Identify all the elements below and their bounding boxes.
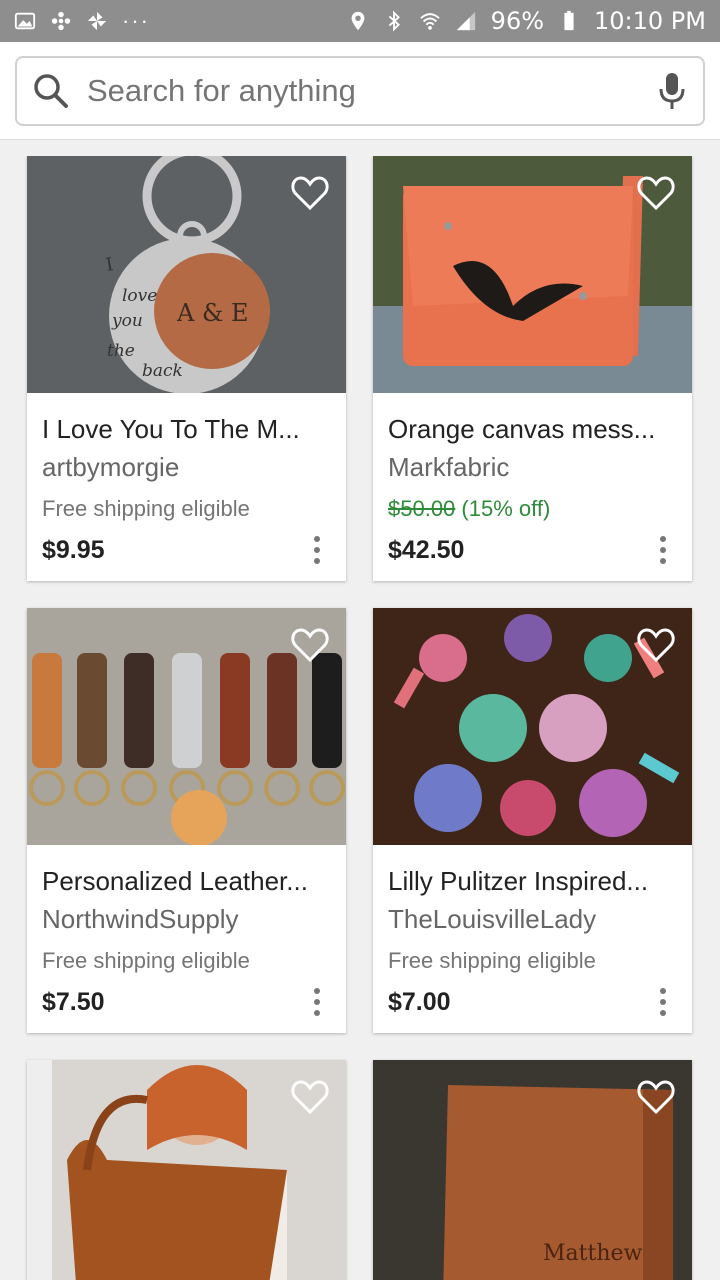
discount-percent: (15% off) — [461, 496, 551, 521]
battery-icon — [558, 10, 580, 32]
listing-card[interactable]: Matthew — [373, 1060, 692, 1280]
favorite-heart-icon[interactable] — [290, 626, 330, 664]
listing-image[interactable]: I love you the back A & E — [27, 156, 346, 393]
shop-name[interactable]: Markfabric — [388, 452, 683, 483]
shipping-info: Free shipping eligible — [42, 948, 250, 973]
search-input[interactable] — [87, 73, 655, 109]
battery-percent: 96% — [490, 7, 545, 35]
shop-name[interactable]: NorthwindSupply — [42, 904, 337, 935]
listing-card[interactable]: Personalized Leather... NorthwindSupply … — [27, 608, 346, 1033]
listing-title[interactable]: Lilly Pulitzer Inspired... — [388, 866, 683, 897]
signal-icon — [455, 10, 477, 32]
favorite-heart-icon[interactable] — [290, 174, 330, 212]
listing-title[interactable]: I Love You To The M... — [42, 414, 337, 445]
favorite-heart-icon[interactable] — [636, 174, 676, 212]
listing-image[interactable] — [373, 156, 692, 393]
listing-title[interactable]: Personalized Leather... — [42, 866, 337, 897]
more-options-icon[interactable] — [312, 536, 322, 564]
favorite-heart-icon[interactable] — [290, 1078, 330, 1116]
favorite-heart-icon[interactable] — [636, 626, 676, 664]
listing-price: $9.95 — [42, 536, 105, 564]
listing-image[interactable] — [373, 608, 692, 845]
more-options-icon[interactable] — [658, 988, 668, 1016]
location-icon — [347, 10, 369, 32]
listing-card[interactable]: Orange canvas mess... Markfabric $50.00 … — [373, 156, 692, 581]
fan-notification-icon — [50, 10, 72, 32]
svg-text:A & E: A & E — [176, 299, 248, 327]
discount-info: $50.00 (15% off) — [388, 496, 550, 522]
svg-text:love: love — [122, 286, 157, 306]
more-options-icon[interactable] — [312, 988, 322, 1016]
listing-image[interactable]: Matthew — [373, 1060, 692, 1280]
bluetooth-icon — [383, 10, 405, 32]
listing-card[interactable]: Lilly Pulitzer Inspired... TheLouisville… — [373, 608, 692, 1033]
shipping-info: Free shipping eligible — [388, 948, 596, 973]
microphone-icon[interactable] — [655, 71, 689, 111]
listing-price: $7.00 — [388, 988, 451, 1016]
favorite-heart-icon[interactable] — [636, 1078, 676, 1116]
shop-name[interactable]: TheLouisvilleLady — [388, 904, 683, 935]
listing-image[interactable] — [27, 1060, 346, 1280]
svg-text:the: the — [107, 341, 135, 361]
listing-price: $42.50 — [388, 536, 465, 564]
shipping-info: Free shipping eligible — [42, 496, 250, 521]
listing-card[interactable] — [27, 1060, 346, 1280]
more-options-icon[interactable] — [658, 536, 668, 564]
more-notifications: ··· — [122, 8, 150, 33]
clock: 10:10 PM — [594, 7, 706, 35]
svg-text:back: back — [142, 361, 183, 381]
listing-title[interactable]: Orange canvas mess... — [388, 414, 683, 445]
shop-name[interactable]: artbymorgie — [42, 452, 337, 483]
listing-card[interactable]: I love you the back A & E I Love You To … — [27, 156, 346, 581]
status-bar: ··· 96% 10:10 PM — [0, 0, 720, 42]
listing-grid: I love you the back A & E I Love You To … — [0, 156, 720, 1280]
wifi-icon — [419, 10, 441, 32]
pinwheel-notification-icon — [86, 10, 108, 32]
listing-price: $7.50 — [42, 988, 105, 1016]
search-header — [0, 42, 720, 140]
search-box[interactable] — [15, 56, 705, 126]
gallery-notification-icon — [14, 10, 36, 32]
listing-image[interactable] — [27, 608, 346, 845]
wallet-engraving: Matthew — [543, 1241, 643, 1266]
search-icon — [34, 74, 68, 108]
original-price: $50.00 — [388, 496, 456, 521]
svg-text:you: you — [111, 311, 143, 331]
